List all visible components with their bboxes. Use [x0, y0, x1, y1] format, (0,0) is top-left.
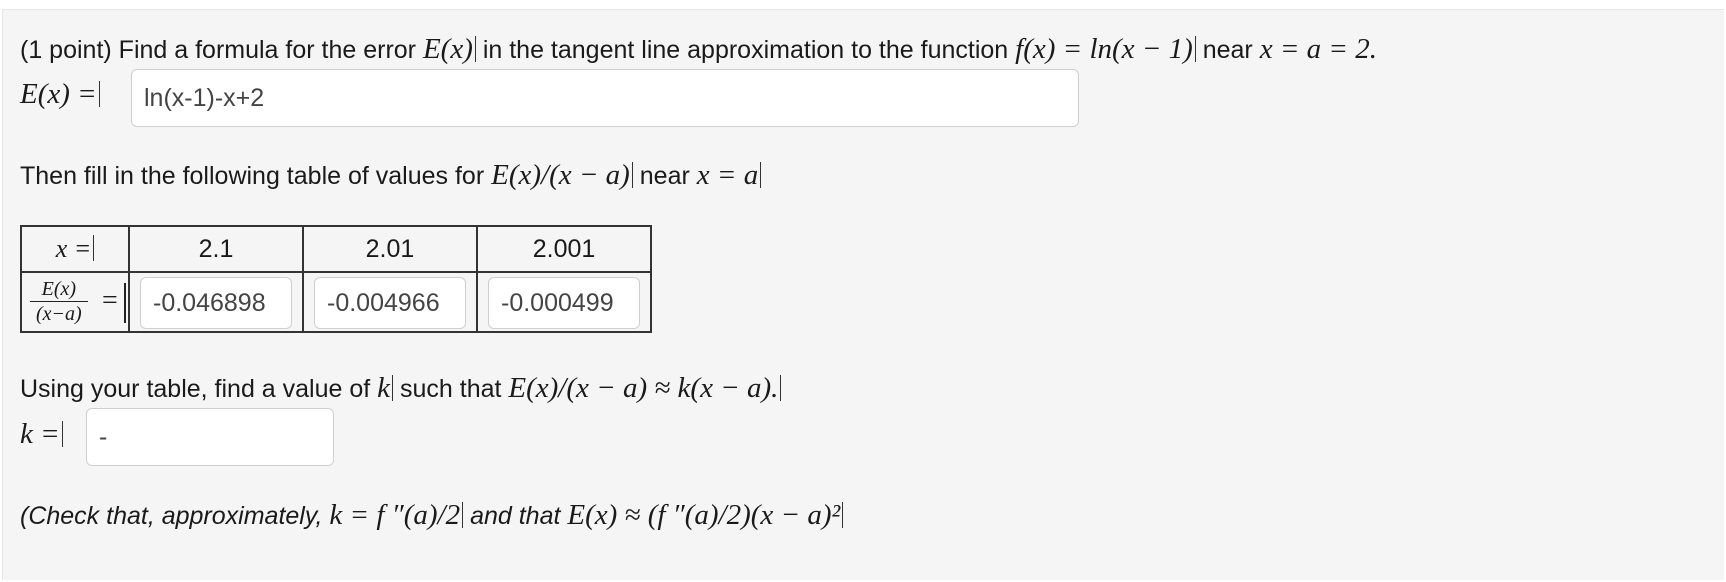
error-formula-input[interactable] [131, 69, 1079, 127]
check-note: (Check that, approximately, k = f ″(a)/2… [20, 499, 844, 531]
row-ratio-label: E(x) (x−a) = [20, 271, 130, 333]
answer-input-2[interactable] [314, 277, 466, 329]
k-input[interactable] [86, 408, 334, 466]
text-cursor-icon [392, 375, 394, 401]
x-value-cell: 2.1 [128, 225, 304, 273]
text-cursor-icon [61, 421, 63, 447]
error-fn-math: E(x) [422, 33, 473, 65]
values-table: x = 2.1 2.01 2.001 E(x) (x−a) = [20, 225, 652, 333]
ratio-fraction: E(x) (x−a) [30, 277, 88, 326]
table-intro: Then fill in the following table of valu… [20, 159, 762, 191]
problem-statement: (1 point) Find a formula for the error E… [20, 34, 1377, 65]
text-cursor-icon [98, 81, 100, 107]
text-cursor-icon [780, 375, 782, 401]
table-answer-row: E(x) (x−a) = [20, 271, 652, 333]
answer-cell [302, 271, 478, 333]
k-question-text: Using your table, find a value of [20, 375, 371, 403]
mid-text: in the tangent line approximation to the… [482, 36, 1009, 64]
k-var-math: k [377, 372, 391, 404]
text-cursor-icon [1194, 36, 1196, 62]
text-cursor-icon [842, 502, 844, 528]
x-value-cell: 2.01 [302, 225, 478, 273]
check-error-math: E(x) ≈ (f ″(a)/2)(x − a)² [567, 499, 841, 531]
near-text: near [639, 162, 690, 190]
check-text: (Check that, approximately, [20, 502, 323, 530]
near-text: near [1202, 36, 1253, 64]
text-cursor-icon [93, 235, 95, 261]
text-cursor-icon [462, 502, 464, 528]
check-k-math: k = f ″(a)/2 [329, 499, 461, 531]
answer-cell [128, 271, 304, 333]
answer-input-3[interactable] [488, 277, 640, 329]
points-label: (1 point) [20, 36, 112, 64]
header-x-label: x = [20, 225, 130, 273]
text-cursor-icon [760, 162, 762, 188]
function-math: f(x) = ln(x − 1) [1015, 33, 1193, 65]
k-question: Using your table, find a value of k such… [20, 372, 782, 404]
and-that-text: and that [470, 502, 561, 530]
ratio-math: E(x)/(x − a) [491, 159, 630, 191]
such-that-text: such that [400, 375, 502, 403]
equals-sign: = [102, 285, 118, 316]
k-label: k = [20, 418, 63, 451]
approx-math: E(x)/(x − a) ≈ k(x − a). [508, 372, 779, 404]
answer-input-1[interactable] [140, 277, 292, 329]
x-value-cell: 2.001 [476, 225, 652, 273]
table-header-row: x = 2.1 2.01 2.001 [20, 225, 652, 273]
answer-cell [476, 271, 652, 333]
text-cursor-icon [474, 36, 476, 62]
intro-text: Find a formula for the error [118, 36, 417, 64]
formula-label: E(x) = [20, 78, 100, 111]
point-math: x = a = 2. [1259, 33, 1377, 65]
point-math: x = a [696, 159, 759, 191]
text-cursor-icon [124, 283, 126, 323]
text-cursor-icon [631, 162, 633, 188]
table-intro-text: Then fill in the following table of valu… [20, 162, 485, 190]
